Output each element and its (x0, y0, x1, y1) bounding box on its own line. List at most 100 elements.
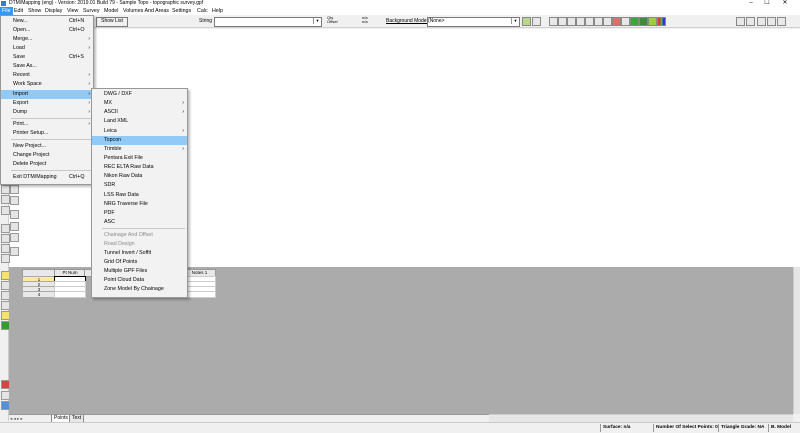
import-rec-elta[interactable]: REC ELTA Raw Data (92, 163, 187, 172)
tool-icon-3[interactable] (567, 17, 576, 26)
file-menu-printer-setup[interactable]: Printer Setup... (1, 129, 93, 138)
tool-icon-4[interactable] (576, 17, 585, 26)
offset-label-bottom: Offset (327, 19, 338, 24)
tool-sub-6-icon[interactable] (10, 247, 19, 256)
file-menu-save[interactable]: Save Ctrl+S (1, 53, 93, 62)
tool-icon-1[interactable] (549, 17, 558, 26)
string-label: String (199, 18, 213, 24)
tool-zoom-icon[interactable] (1, 206, 10, 215)
tool-sub-1-icon[interactable] (10, 185, 19, 194)
tool-icon-11[interactable] (639, 17, 648, 26)
import-sdr[interactable]: SDR (92, 181, 187, 190)
tool-sub-2-icon[interactable] (10, 196, 19, 205)
minimize-button[interactable]: – (744, 0, 758, 7)
menu-calc[interactable]: Calc (195, 7, 210, 15)
file-menu-recent[interactable]: Recent › (1, 71, 93, 80)
import-mx[interactable]: MX › (92, 99, 187, 108)
row-header[interactable]: 4 (22, 291, 56, 298)
import-grid-of-points[interactable]: Grid Of Points (92, 258, 187, 267)
import-multiple-gpf[interactable]: Multiple GPF Files (92, 267, 187, 276)
tool-icon-8[interactable] (612, 17, 621, 26)
chevron-down-icon: ▼ (313, 18, 321, 24)
menu-show[interactable]: Show (26, 7, 43, 15)
file-menu-new-project[interactable]: New Project... (1, 142, 93, 151)
chevron-down-icon: ▼ (511, 18, 519, 24)
grid-cell[interactable] (54, 291, 86, 298)
import-zone-model-chainage[interactable]: Zone Model By Chainage (92, 285, 187, 294)
tool-icon-2[interactable] (558, 17, 567, 26)
menu-separator (11, 139, 91, 140)
file-menu-delete-project[interactable]: Delete Project (1, 160, 93, 169)
import-tunnel-invert[interactable]: Tunnel Invert / Soffit (92, 249, 187, 258)
tool-icon-13[interactable] (736, 17, 745, 26)
import-leica[interactable]: Leica › (92, 127, 187, 136)
pointer-icon[interactable] (532, 17, 541, 26)
tool-icon-15[interactable] (757, 17, 766, 26)
tab-nav-arrows[interactable]: ◂ ◂ ▸ ▸ (10, 415, 23, 422)
tool-select-icon[interactable] (1, 185, 10, 194)
tool-icon-7[interactable] (603, 17, 612, 26)
file-menu-open[interactable]: Open... Ctrl+O (1, 26, 93, 35)
menu-bar: File Edit Show Display View Survey Model… (0, 7, 800, 15)
tool-icon-10[interactable] (630, 17, 639, 26)
file-menu-merge[interactable]: Merge... › (1, 35, 93, 44)
import-submenu: DWG / DXF MX › ASCII › Land XML Leica › Top… (91, 88, 188, 298)
vertical-scrollbar[interactable] (793, 267, 800, 414)
menu-model[interactable]: Model (102, 7, 120, 15)
file-menu-new[interactable]: New... Ctrl+N (1, 17, 93, 26)
import-topcon[interactable]: Topcon (92, 136, 187, 145)
file-menu-work-space[interactable]: Work Space › (1, 80, 93, 89)
import-asc[interactable]: ASC (92, 218, 187, 227)
palette-icon[interactable] (657, 17, 666, 26)
import-land-xml[interactable]: Land XML (92, 117, 187, 126)
file-menu-exit[interactable]: Exit DTM/Mapping Ctrl+Q (1, 173, 93, 182)
tool-text-icon[interactable] (1, 244, 10, 253)
tool-icon-6[interactable] (594, 17, 603, 26)
tool-sub-3-icon[interactable] (10, 210, 19, 219)
menu-survey[interactable]: Survey (81, 7, 102, 15)
background-model-select[interactable]: (None> ▼ (427, 17, 520, 27)
import-nrg-traverse[interactable]: NRG Traverse File (92, 200, 187, 209)
menu-display[interactable]: Display (43, 7, 64, 15)
import-pentara-exit-file[interactable]: Pentara Exit File (92, 154, 187, 163)
tool-sub-4-icon[interactable] (10, 222, 19, 231)
close-button[interactable]: ✕ (778, 0, 792, 7)
menu-view[interactable]: View (65, 7, 80, 15)
import-pdf[interactable]: PDF (92, 209, 187, 218)
tool-sub-5-icon[interactable] (10, 233, 19, 242)
tool-icon-16[interactable] (767, 17, 776, 26)
tool-icon-12[interactable] (648, 17, 657, 26)
tool-icon-14[interactable] (746, 17, 755, 26)
tool-icon-17[interactable] (777, 17, 786, 26)
file-menu-export[interactable]: Export › (1, 99, 93, 108)
menu-settings[interactable]: Settings (170, 7, 193, 15)
tool-arc-icon[interactable] (1, 234, 10, 243)
import-dwg-dxf[interactable]: DWG / DXF (92, 90, 187, 99)
file-menu-load[interactable]: Load › (1, 44, 93, 53)
tool-icon-5[interactable] (585, 17, 594, 26)
background-model-value: (None> (428, 18, 445, 24)
import-trimble[interactable]: Trimble › (92, 145, 187, 154)
menu-file[interactable]: File (0, 7, 13, 15)
model-tool-icon[interactable] (522, 17, 531, 26)
menu-help[interactable]: Help (210, 7, 225, 15)
tool-move-icon[interactable] (1, 195, 10, 204)
file-menu-print[interactable]: Print... › (1, 120, 93, 129)
menu-edit[interactable]: Edit (12, 7, 25, 15)
tool-point-icon[interactable] (1, 254, 10, 263)
file-menu-save-as[interactable]: Save As... (1, 62, 93, 71)
string-select[interactable]: ▼ (214, 17, 322, 27)
import-ascii[interactable]: ASCII › (92, 108, 187, 117)
file-menu-change-project[interactable]: Change Project (1, 151, 93, 160)
tool-icon-9[interactable] (621, 17, 630, 26)
show-list-button[interactable]: Show List (96, 17, 128, 27)
maximize-button[interactable]: ☐ (760, 0, 774, 7)
tool-line-icon[interactable] (1, 224, 10, 233)
file-menu-dump[interactable]: Dump › (1, 108, 93, 117)
import-point-cloud[interactable]: Point Cloud Data (92, 276, 187, 285)
import-nikon[interactable]: Nikon Raw Data (92, 172, 187, 181)
horizontal-scrollbar[interactable] (483, 414, 793, 422)
import-lss[interactable]: LSS Raw Data (92, 191, 187, 200)
menu-volumes[interactable]: Volumes And Areas (121, 7, 171, 15)
file-menu-import[interactable]: Import › (1, 90, 93, 99)
